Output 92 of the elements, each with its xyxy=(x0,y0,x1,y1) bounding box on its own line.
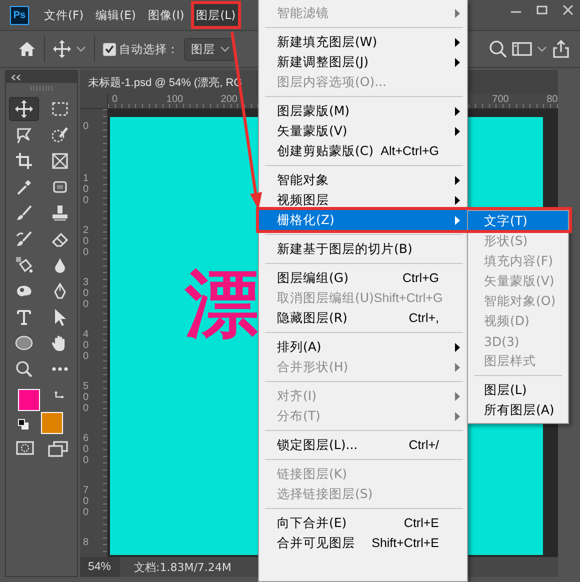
menu-item[interactable]: 文件(F) xyxy=(39,1,89,29)
menu-item[interactable]: 锁定图层(L)... Ctrl+/ xyxy=(259,435,467,455)
canvas-text: 漂 xyxy=(185,267,259,341)
submenu-arrow-icon xyxy=(455,8,460,18)
ruler-label: 300 xyxy=(83,277,89,310)
ruler-label: 8 xyxy=(83,537,89,548)
ruler-label: 100 xyxy=(166,94,184,107)
more-icon xyxy=(50,366,68,372)
submenu-arrow-icon xyxy=(455,196,460,204)
menu-item[interactable]: 向下合并(E) Ctrl+E xyxy=(259,513,467,533)
ruler-label: 700 xyxy=(492,94,510,107)
menu-item[interactable]: 新建基于图层的切片(B) xyxy=(259,239,467,259)
type-icon xyxy=(14,308,32,326)
default-colors-icon[interactable] xyxy=(18,419,28,430)
history-brush-icon xyxy=(14,230,32,248)
menu-item[interactable]: 栅格化(Z) xyxy=(259,210,467,230)
grip-icon[interactable] xyxy=(30,86,54,91)
brush-icon xyxy=(14,204,32,222)
menu-item[interactable]: 文字(T) xyxy=(468,211,568,231)
eraser-icon xyxy=(50,230,68,248)
menu-item[interactable]: 图层编组(G) Ctrl+G xyxy=(259,268,467,288)
check-icon xyxy=(105,45,114,53)
ruler-label: 700 xyxy=(83,485,89,518)
menu-item[interactable]: 编辑(E) xyxy=(90,1,141,29)
caret-icon[interactable] xyxy=(537,46,547,52)
menu-item[interactable]: 智能对象 xyxy=(259,170,467,190)
move-icon[interactable] xyxy=(53,40,71,58)
menu-item[interactable]: 隐藏图层(R) Ctrl+, xyxy=(259,308,467,328)
menu-item[interactable]: 图层蒙版(M) xyxy=(259,101,467,121)
quick-mask-icon[interactable] xyxy=(16,441,34,455)
collapse-icon[interactable] xyxy=(11,74,21,80)
submenu-arrow-icon xyxy=(455,392,460,400)
submenu-arrow-icon xyxy=(455,412,460,420)
menu-item[interactable]: 合并可见图层 Shift+Ctrl+E xyxy=(259,533,467,553)
move-tool[interactable] xyxy=(8,97,38,121)
lasso-icon xyxy=(14,126,32,144)
submenu-arrow-icon xyxy=(455,362,460,372)
ruler-label: 200 xyxy=(83,225,89,258)
ruler-label: 500 xyxy=(83,381,89,414)
ruler-label: 100 xyxy=(83,173,89,206)
menu-item[interactable]: 图像(I) xyxy=(142,1,190,29)
caret-icon[interactable] xyxy=(76,46,86,52)
maximize-icon[interactable] xyxy=(536,4,548,16)
stamp-icon xyxy=(50,204,68,222)
paint-bucket-icon xyxy=(14,256,32,274)
share-icon[interactable] xyxy=(552,40,570,58)
menu-item[interactable]: 图层(L) xyxy=(468,380,568,400)
search-icon[interactable] xyxy=(489,40,507,58)
frame-icon xyxy=(50,152,68,170)
screen-mode-icon[interactable] xyxy=(48,441,68,457)
submenu-arrow-icon xyxy=(455,38,460,46)
submenu-arrow-icon xyxy=(455,342,460,352)
menu-item[interactable]: 视频图层 xyxy=(259,190,467,210)
background-color-swatch[interactable] xyxy=(40,412,62,434)
ruler-label: 80 xyxy=(546,94,559,107)
crop-icon xyxy=(14,152,32,170)
swap-colors-icon[interactable] xyxy=(54,391,64,401)
foreground-color-swatch[interactable] xyxy=(18,389,40,411)
ruler-label: 600 xyxy=(83,433,89,466)
submenu-arrow-icon xyxy=(455,58,460,66)
bandage-icon xyxy=(50,178,68,196)
menu-item[interactable]: 创建剪贴蒙版(C) Alt+Ctrl+G xyxy=(259,141,467,161)
caret-icon xyxy=(220,46,230,52)
checkbox[interactable] xyxy=(103,42,116,56)
submenu-arrow-icon xyxy=(455,176,460,184)
close-icon[interactable] xyxy=(562,4,574,16)
menu-item[interactable]: 新建调整图层(J) xyxy=(259,52,467,72)
zoom-level[interactable]: 54% xyxy=(80,557,120,577)
marquee-icon xyxy=(50,100,68,118)
workspace-icon[interactable] xyxy=(512,42,532,56)
auto-select-label: 自动选择： xyxy=(119,42,179,56)
app-logo: Ps xyxy=(10,6,29,24)
ellipse-icon xyxy=(14,334,32,352)
ruler-label: 200 xyxy=(220,94,238,107)
submenu-arrow-icon xyxy=(455,126,460,136)
eyedropper-icon xyxy=(14,178,32,196)
menu-item[interactable]: 矢量蒙版(V) xyxy=(259,121,467,141)
ruler-label: 0 xyxy=(83,121,89,132)
submenu-arrow-icon xyxy=(455,106,460,116)
menu-item[interactable]: 排列(A) xyxy=(259,337,467,357)
quick-selection-icon xyxy=(50,126,68,144)
ruler-label: 400 xyxy=(83,329,89,362)
layer-dropdown[interactable]: 图层 xyxy=(184,38,235,60)
menu-item[interactable]: 图层(L) xyxy=(191,1,241,29)
menu-item[interactable]: 新建填充图层(W) xyxy=(259,32,467,52)
ruler-label: 0 xyxy=(112,94,119,107)
menu-item[interactable]: 所有图层(A) xyxy=(468,400,568,420)
submenu-arrow-icon xyxy=(455,216,460,224)
zoom-icon xyxy=(14,360,32,378)
document-size: 文档:1.83M/7.24M xyxy=(134,560,232,574)
move-icon xyxy=(14,100,32,118)
home-icon[interactable] xyxy=(18,41,36,57)
